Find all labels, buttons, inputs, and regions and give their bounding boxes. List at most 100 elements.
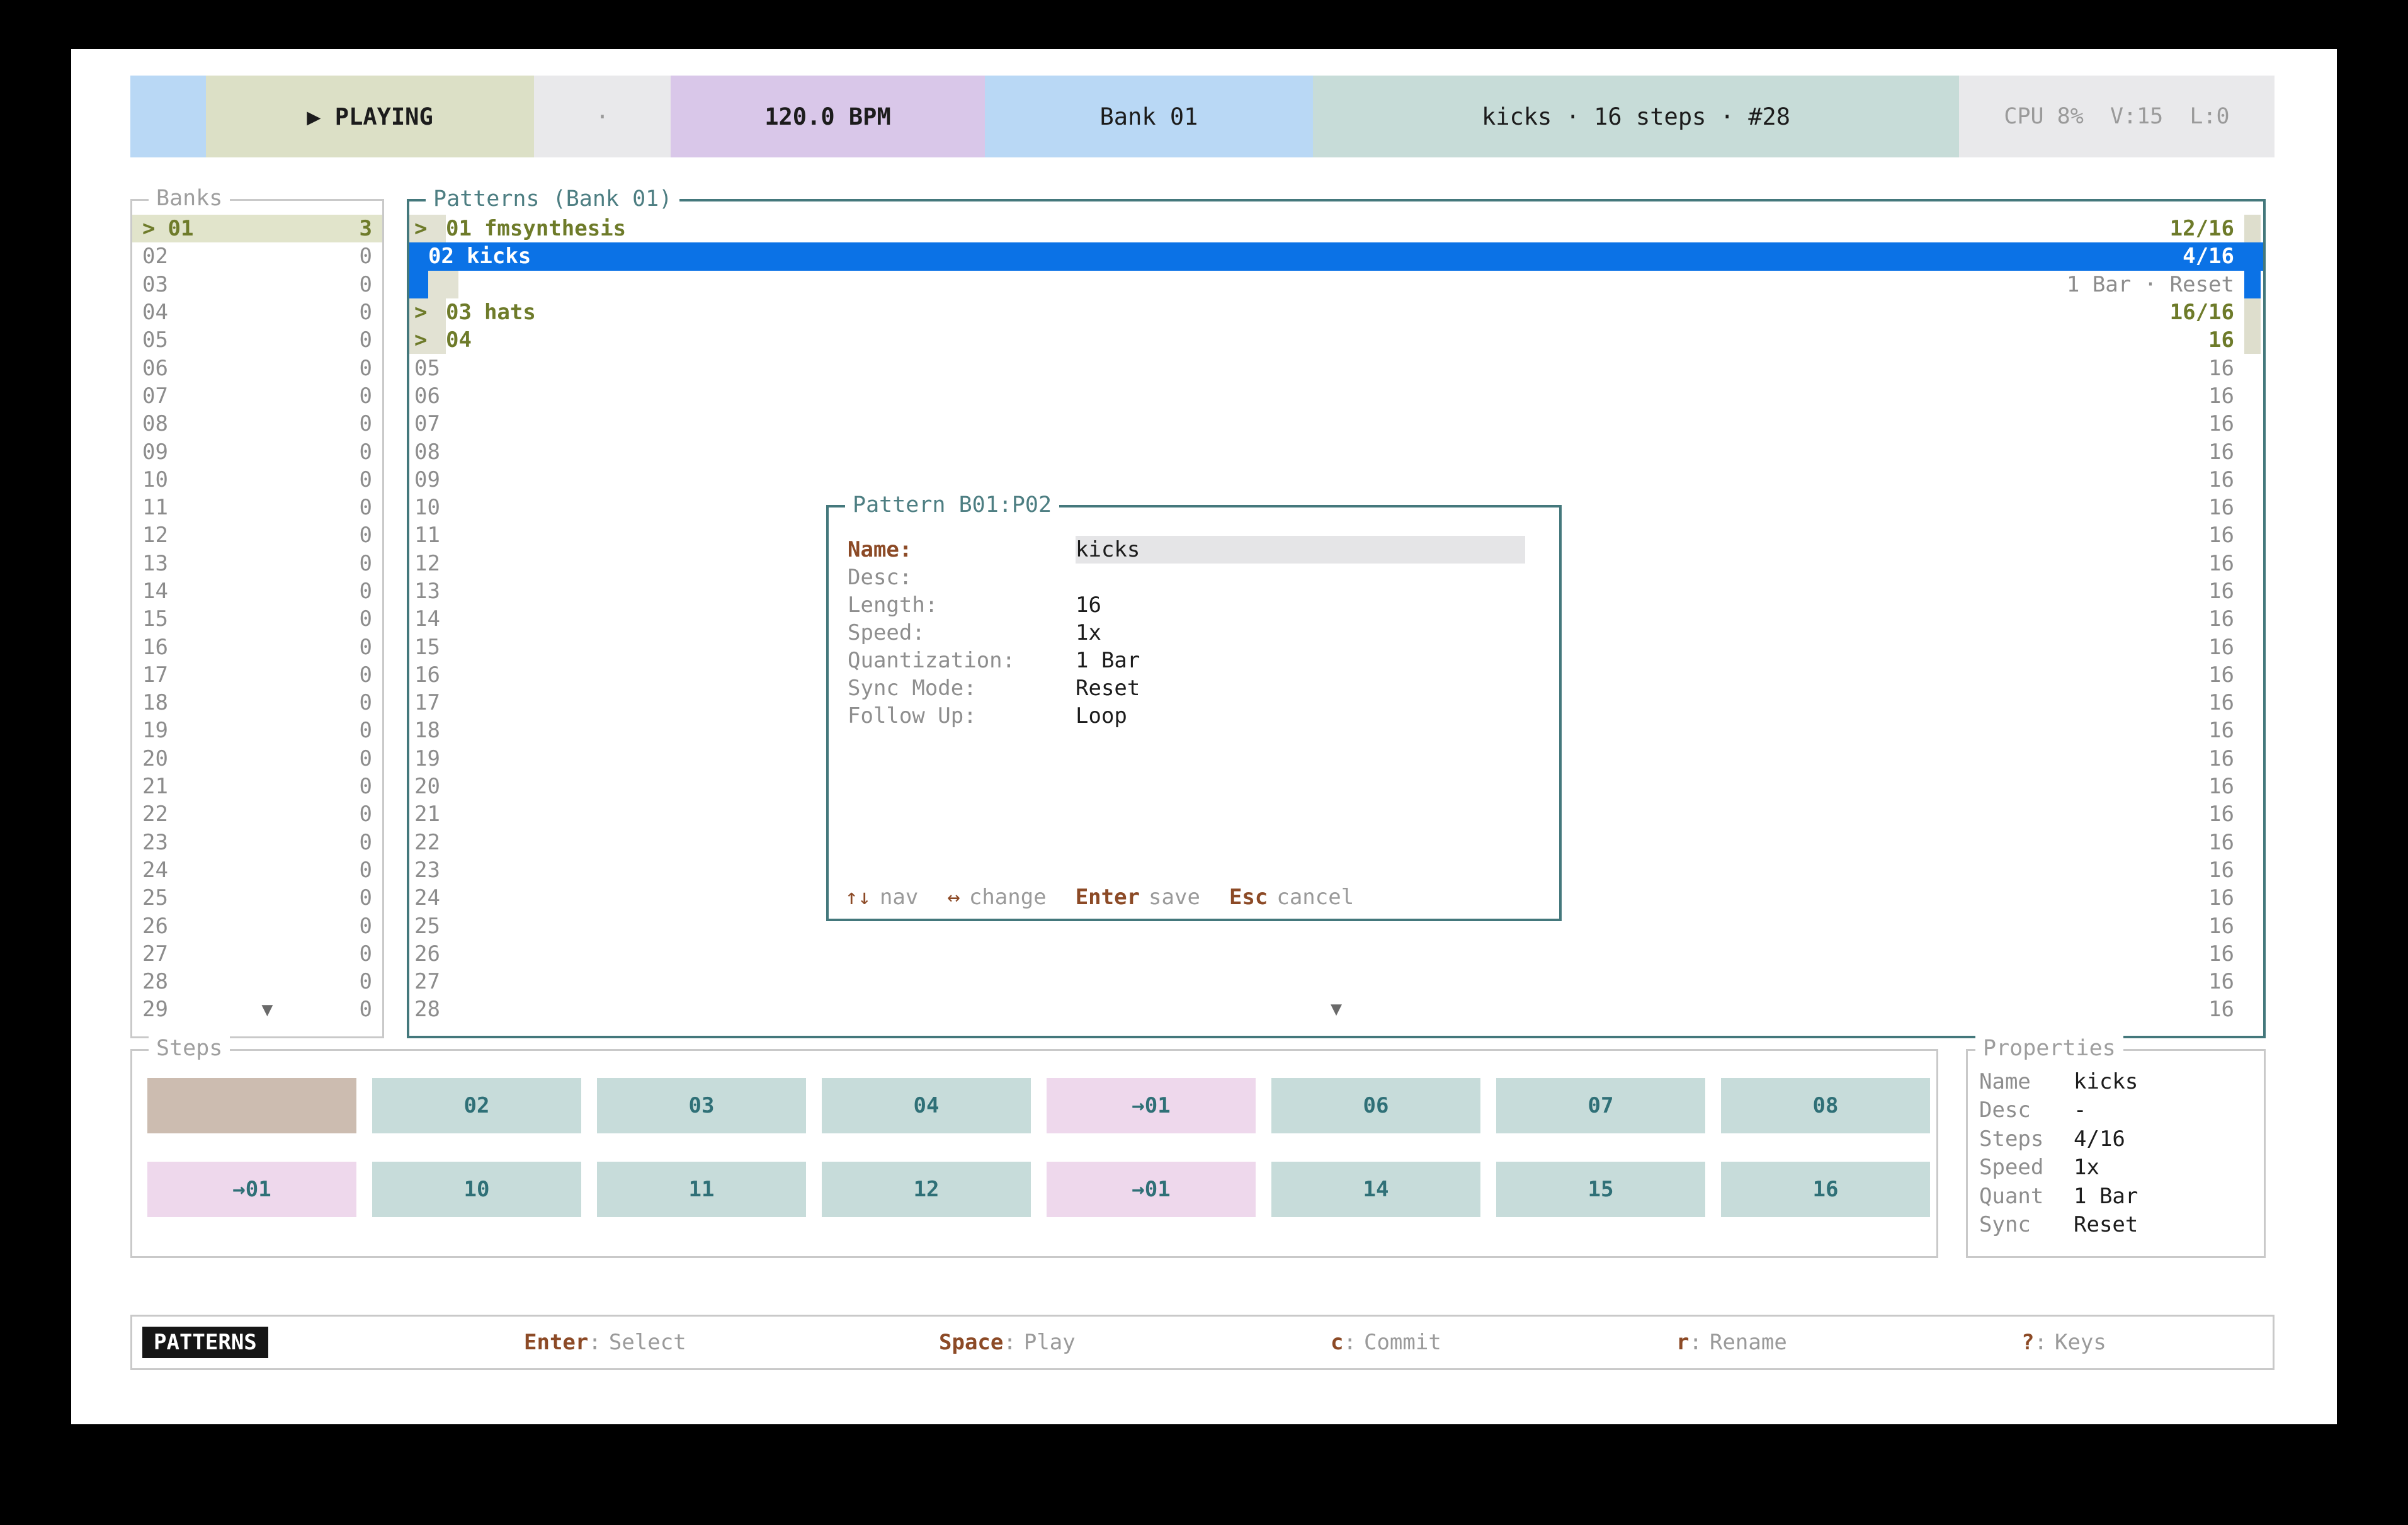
pattern-number: 08 [409,439,440,465]
bank-row[interactable]: 260 [132,912,382,939]
step-cell[interactable]: 06 [1271,1078,1480,1133]
bank-row[interactable]: 270 [132,940,382,968]
bank-row[interactable]: 020 [132,242,382,270]
step-cell[interactable]: 10 [372,1162,581,1217]
dialog-field[interactable]: Length:16 [848,591,1547,619]
pattern-number: 19 [409,746,440,771]
pattern-step-count: 16 [2208,662,2234,688]
bank-row[interactable]: 070 [132,382,382,410]
bank-row[interactable]: 140 [132,577,382,605]
dialog-field[interactable]: Quantization:1 Bar [848,647,1547,674]
bank-row-label: 12 [142,523,168,548]
step-cell[interactable]: →01 [147,1162,356,1217]
bank-row[interactable]: >013 [132,215,382,242]
pattern-row-selected[interactable]: 02kicks4/16 [409,242,2263,270]
pattern-row[interactable]: 0916 [409,466,2263,494]
bank-row[interactable]: 180 [132,689,382,717]
pattern-row[interactable]: 0616 [409,382,2263,410]
dialog-hint-label: nav [880,885,918,910]
step-cell[interactable]: 03 [597,1078,806,1133]
step-cell[interactable]: 16 [1721,1162,1930,1217]
dialog-field[interactable]: Speed:1x [848,619,1547,647]
step-cell[interactable]: 11 [597,1162,806,1217]
pattern-number: 16 [409,662,440,688]
step-cell[interactable]: →01 [1047,1162,1256,1217]
dialog-field[interactable]: Sync Mode:Reset [848,674,1547,702]
pattern-row[interactable]: 0716 [409,410,2263,438]
bank-row[interactable]: 210 [132,773,382,800]
bank-number: 14 [142,579,168,604]
bank-row[interactable]: 250 [132,884,382,912]
dialog-field-label: Speed: [848,620,1076,645]
pattern-row[interactable]: >0416 [409,326,2263,354]
bank-row[interactable]: 040 [132,298,382,326]
pattern-step-count: 16 [2208,802,2234,827]
bank-row[interactable]: 280 [132,968,382,995]
bank-row[interactable]: 29▼0 [132,995,382,1023]
bank-row[interactable]: 230 [132,829,382,856]
bank-row[interactable]: 110 [132,494,382,521]
pattern-number: 22 [409,830,440,855]
dialog-field-value: kicks [1076,537,1140,562]
pattern-step-count: 4/16 [2183,244,2234,269]
bank-row[interactable]: 100 [132,466,382,494]
bank-pattern-count: 0 [360,914,372,939]
bank-number: 19 [142,718,168,743]
patterns-panel-title: Patterns (Bank 01) [426,186,679,212]
app-window: ▶ PLAYING · 120.0 BPM Bank 01 kicks · 16… [71,49,2337,1424]
bank-pattern-count: 0 [360,802,372,827]
step-cell[interactable]: →01 [1047,1078,1256,1133]
bank-row[interactable]: 060 [132,354,382,382]
pattern-row[interactable]: 2716 [409,968,2263,995]
pattern-step-count: 16 [2208,830,2234,855]
bank-row[interactable]: 220 [132,800,382,828]
pattern-number: 06 [409,383,440,409]
scrollbar-thumb[interactable] [2244,215,2261,242]
step-cell[interactable]: 04 [822,1078,1031,1133]
bank-number: 17 [142,662,168,688]
bank-row[interactable]: 080 [132,410,382,438]
property-row: Desc- [1968,1096,2264,1125]
property-row: Namekicks [1968,1067,2264,1096]
bank-row[interactable]: 030 [132,271,382,298]
steps-panel: Steps 020304→01060708→01101112→01141516 [130,1049,1938,1258]
step-cell[interactable]: 12 [822,1162,1031,1217]
dialog-field[interactable]: Follow Up:Loop [848,702,1547,730]
bank-row[interactable]: 090 [132,438,382,465]
pattern-row[interactable]: 2616 [409,940,2263,968]
hint-separator: : [1003,1330,1016,1355]
bank-row[interactable]: 050 [132,326,382,354]
pattern-row[interactable]: 0816 [409,438,2263,465]
step-cell[interactable]: 08 [1721,1078,1930,1133]
bank-row[interactable]: 160 [132,633,382,660]
bank-row[interactable]: 200 [132,745,382,773]
pattern-number: 09 [409,467,440,492]
banks-list: >013020030040050060070080090100110120130… [132,215,382,1024]
pattern-number: 01 [446,216,472,241]
pattern-row[interactable]: >03hats16/16 [409,298,2263,326]
dialog-hint-key: Esc [1229,885,1268,910]
step-cell[interactable]: 07 [1496,1078,1705,1133]
dialog-field[interactable]: Name:kicks [848,536,1547,564]
bank-row-label: 09 [142,439,168,465]
bank-row[interactable]: 240 [132,856,382,884]
bank-row[interactable]: 130 [132,550,382,577]
bank-row[interactable]: 170 [132,661,382,689]
scrollbar-selection-thumb[interactable] [2244,242,2261,298]
scrollbar-thumb[interactable] [2244,298,2261,354]
property-value: 4/16 [2074,1126,2125,1152]
step-cell[interactable]: 02 [372,1078,581,1133]
bank-row[interactable]: 150 [132,605,382,633]
pattern-name: fmsynthesis [484,216,626,241]
step-cell[interactable]: 15 [1496,1162,1705,1217]
pattern-step-count: 16 [2208,411,2234,436]
pattern-row[interactable]: 0516 [409,354,2263,382]
dialog-field[interactable]: Desc: [848,564,1547,591]
step-cell[interactable] [147,1078,356,1133]
bank-row[interactable]: 190 [132,717,382,744]
pattern-number: 27 [409,969,440,994]
bank-row[interactable]: 120 [132,521,382,549]
pattern-row[interactable]: >01fmsynthesis12/16 [409,215,2263,242]
step-cell[interactable]: 14 [1271,1162,1480,1217]
bank-pattern-count: 0 [360,411,372,436]
